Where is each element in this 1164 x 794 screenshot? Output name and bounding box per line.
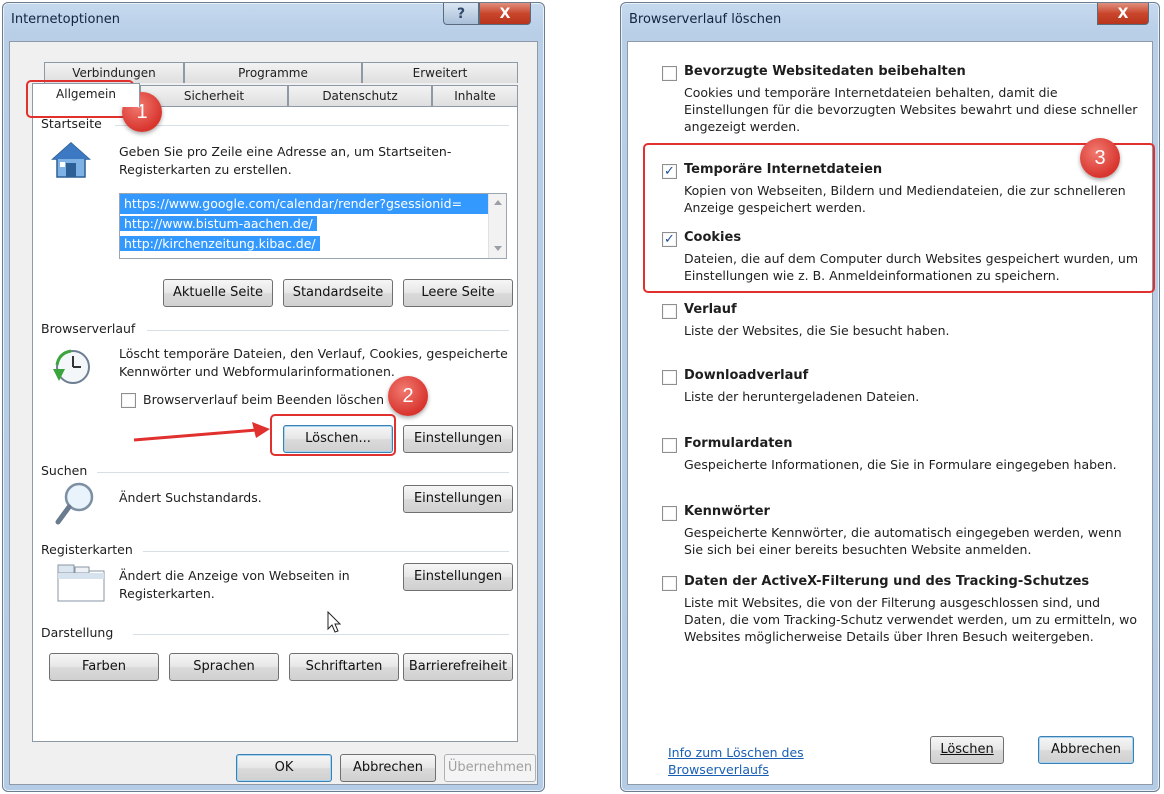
scroll-up-icon[interactable] bbox=[494, 200, 502, 205]
blank-page-button[interactable]: Leere Seite bbox=[403, 279, 513, 307]
tab-sicherheit[interactable]: Sicherheit bbox=[140, 85, 288, 106]
close-icon: X bbox=[499, 5, 511, 22]
accessibility-button[interactable]: Barrierefreiheit bbox=[403, 653, 513, 681]
option-description: Liste der heruntergeladenen Dateien. bbox=[684, 389, 920, 404]
step-badge-2: 2 bbox=[388, 376, 428, 416]
option-description: Cookies und temporäre Internetdateien be… bbox=[684, 85, 1138, 134]
history-settings-button[interactable]: Einstellungen bbox=[403, 425, 513, 453]
tab-inhalte[interactable]: Inhalte bbox=[432, 85, 518, 106]
delete-button[interactable]: Löschen bbox=[930, 736, 1004, 764]
default-page-button[interactable]: Standardseite bbox=[283, 279, 393, 307]
browserverlauf-description: Löscht temporäre Dateien, den Verlauf, C… bbox=[119, 346, 508, 379]
languages-button[interactable]: Sprachen bbox=[169, 653, 279, 681]
close-button[interactable]: X bbox=[1097, 3, 1149, 25]
tabs-icon bbox=[57, 564, 105, 602]
option-description: Gespeicherte Informationen, die Sie in F… bbox=[684, 457, 1117, 472]
option-title: Bevorzugte Websitedaten beibehalten bbox=[684, 64, 966, 79]
option-checkbox[interactable] bbox=[662, 506, 677, 521]
delete-on-exit-label: Browserverlauf beim Beenden löschen bbox=[143, 392, 384, 407]
divider bbox=[97, 472, 509, 473]
registerkarten-description: Ändert die Anzeige von Webseiten in Regi… bbox=[119, 568, 350, 601]
dialog-client-area: Verbindungen Programme Erweitert Allgeme… bbox=[9, 41, 538, 785]
divider bbox=[115, 125, 509, 126]
tab-datenschutz[interactable]: Datenschutz bbox=[288, 85, 432, 106]
cancel-button[interactable]: Abbrechen bbox=[1038, 736, 1134, 764]
window-title: Browserverlauf löschen bbox=[629, 12, 782, 27]
tab-erweitert[interactable]: Erweitert bbox=[362, 62, 518, 83]
suchen-description: Ändert Suchstandards. bbox=[119, 490, 262, 505]
option-title: Kennwörter bbox=[684, 504, 770, 519]
red-arrow-icon bbox=[133, 422, 270, 442]
apply-button[interactable]: Übernehmen bbox=[444, 754, 536, 782]
highlight-delete-button bbox=[270, 414, 396, 456]
highlight-temp-cookies bbox=[643, 143, 1155, 293]
homepage-urls-textarea[interactable]: https://www.google.com/calendar/render?g… bbox=[119, 193, 507, 259]
mouse-cursor-icon bbox=[327, 611, 342, 633]
history-clock-icon bbox=[53, 349, 90, 384]
tab-allgemein[interactable]: Allgemein bbox=[32, 83, 140, 107]
close-button[interactable]: X bbox=[479, 3, 531, 25]
option-title: Daten der ActiveX-Filterung und des Trac… bbox=[684, 574, 1090, 589]
divider bbox=[143, 551, 509, 552]
current-page-button[interactable]: Aktuelle Seite bbox=[163, 279, 273, 307]
option-title: Verlauf bbox=[684, 302, 737, 317]
window-title: Internetoptionen bbox=[11, 12, 120, 27]
fonts-button[interactable]: Schriftarten bbox=[289, 653, 399, 681]
scroll-down-icon[interactable] bbox=[494, 246, 502, 251]
delete-on-exit-checkbox[interactable] bbox=[121, 393, 136, 408]
url-line: http://kirchenzeitung.kibac.de/ bbox=[120, 236, 320, 251]
tab-programme[interactable]: Programme bbox=[184, 62, 362, 83]
colors-button[interactable]: Farben bbox=[49, 653, 159, 681]
help-button[interactable]: ? bbox=[443, 3, 479, 25]
option-description: Liste mit Websites, die von der Filterun… bbox=[684, 595, 1138, 644]
internet-options-window: Internetoptionen ? X Verbindungen Progra… bbox=[2, 2, 545, 792]
group-label-registerkarten: Registerkarten bbox=[41, 542, 133, 557]
divider bbox=[133, 634, 509, 635]
url-line: http://www.bistum-aachen.de/ bbox=[120, 216, 317, 231]
help-icon: ? bbox=[456, 5, 466, 22]
delete-history-window: Browserverlauf löschen X Bevorzugte Webs… bbox=[620, 2, 1160, 792]
house-icon bbox=[51, 141, 91, 178]
info-link[interactable]: Info zum Löschen des Browserverlaufs bbox=[668, 744, 828, 778]
magnifier-icon bbox=[55, 482, 94, 525]
startseite-description: Geben Sie pro Zeile eine Adresse an, um … bbox=[119, 144, 452, 177]
textarea-scrollbar[interactable] bbox=[488, 194, 506, 258]
option-checkbox[interactable] bbox=[662, 576, 677, 591]
group-label-suchen: Suchen bbox=[41, 463, 88, 478]
option-checkbox[interactable] bbox=[662, 438, 677, 453]
ok-button[interactable]: OK bbox=[236, 754, 332, 782]
tabs-settings-button[interactable]: Einstellungen bbox=[403, 563, 513, 591]
option-checkbox[interactable] bbox=[662, 66, 677, 81]
option-title: Downloadverlauf bbox=[684, 368, 809, 383]
group-label-browserverlauf: Browserverlauf bbox=[41, 321, 136, 336]
group-label-darstellung: Darstellung bbox=[41, 625, 114, 640]
step-badge-3: 3 bbox=[1080, 138, 1120, 178]
option-title: Formulardaten bbox=[684, 436, 793, 451]
group-label-startseite: Startseite bbox=[41, 116, 102, 131]
close-icon: X bbox=[1117, 5, 1129, 22]
title-bar: Browserverlauf löschen X bbox=[621, 3, 1159, 35]
cancel-button[interactable]: Abbrechen bbox=[340, 754, 436, 782]
title-bar: Internetoptionen ? X bbox=[3, 3, 544, 35]
url-line: https://www.google.com/calendar/render?g… bbox=[120, 194, 488, 214]
option-checkbox[interactable] bbox=[662, 370, 677, 385]
option-description: Gespeicherte Kennwörter, die automatisch… bbox=[684, 525, 1122, 557]
option-description: Liste der Websites, die Sie besucht habe… bbox=[684, 323, 950, 338]
option-checkbox[interactable] bbox=[662, 304, 677, 319]
divider bbox=[147, 330, 509, 331]
search-settings-button[interactable]: Einstellungen bbox=[403, 485, 513, 513]
